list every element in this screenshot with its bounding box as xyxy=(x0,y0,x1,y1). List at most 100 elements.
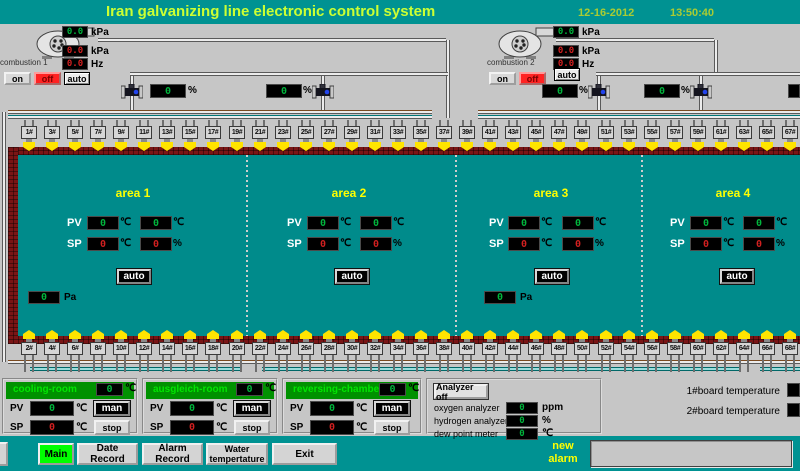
pipe-stub xyxy=(416,355,418,372)
auto-button[interactable]: auto xyxy=(554,68,580,81)
pipe-stub xyxy=(216,355,218,372)
stop-button[interactable]: stop xyxy=(234,420,270,435)
pressure-display: 0.0 xyxy=(553,26,579,38)
pipe-stub xyxy=(170,355,172,372)
pipe-stub xyxy=(162,355,164,372)
burner: 30# xyxy=(344,330,360,372)
burner-neck xyxy=(95,139,101,142)
burner-label: 33# xyxy=(390,126,406,139)
burner-label: 45# xyxy=(528,126,544,139)
exit-button[interactable]: Exit xyxy=(272,443,337,465)
burner-label: 66# xyxy=(759,342,775,355)
burner-label: 22# xyxy=(252,342,268,355)
man-button[interactable]: man xyxy=(94,401,130,416)
on-button[interactable]: on xyxy=(489,72,516,85)
burner: 19# xyxy=(229,120,245,151)
burner: 59# xyxy=(690,120,706,151)
pipe-stub xyxy=(370,355,372,372)
unit-label: ℃ xyxy=(408,383,419,394)
pipe-stub xyxy=(508,355,510,372)
auto-button[interactable]: auto xyxy=(64,72,90,85)
on-button[interactable]: on xyxy=(4,72,31,85)
room-name: ausgleich-room xyxy=(153,384,227,395)
burner-label: 2# xyxy=(21,342,37,355)
flame-icon xyxy=(461,330,473,339)
burner: 51# xyxy=(598,120,614,151)
unit-label: ℃ xyxy=(173,217,184,228)
burner-label: 64# xyxy=(736,342,752,355)
burner: 21# xyxy=(252,120,268,151)
flame-icon xyxy=(254,330,266,339)
man-button[interactable]: man xyxy=(374,401,410,416)
burner-neck xyxy=(764,139,770,142)
burner: 12# xyxy=(136,330,152,372)
pipe-stub xyxy=(624,355,626,372)
flame-icon xyxy=(438,142,450,151)
off-button[interactable]: off xyxy=(34,72,61,85)
flame-icon xyxy=(530,330,542,339)
pipe-stub xyxy=(185,355,187,372)
pipe-stub xyxy=(101,355,103,372)
alarm-record-button[interactable]: Alarm Record xyxy=(142,443,203,465)
stop-button[interactable]: stop xyxy=(94,420,130,435)
pipe-stub xyxy=(255,355,257,372)
water-temperature-button[interactable]: Water tempertature xyxy=(206,443,268,465)
burner: 46# xyxy=(528,330,544,372)
pipe xyxy=(714,40,718,74)
unit-label: % xyxy=(188,85,197,96)
burner-neck xyxy=(556,139,562,142)
pv-display: 0 xyxy=(307,216,339,230)
pipe-stub xyxy=(670,355,672,372)
pipe-stub xyxy=(762,355,764,372)
pipe-stub xyxy=(562,355,564,372)
area-auto-button[interactable]: auto xyxy=(535,269,569,284)
burner: 52# xyxy=(598,330,614,372)
burner-neck xyxy=(464,139,470,142)
flame-icon xyxy=(738,142,750,151)
burner: 17# xyxy=(205,120,221,151)
unit-label: kPa xyxy=(582,27,600,38)
burner-neck xyxy=(672,139,678,142)
burner: 48# xyxy=(551,330,567,372)
time-display: 13:50:40 xyxy=(670,7,714,19)
burner-neck xyxy=(49,139,55,142)
burner: 68# xyxy=(782,330,798,372)
board-temp-display xyxy=(787,383,800,397)
area-auto-button[interactable]: auto xyxy=(720,269,754,284)
partial-button[interactable] xyxy=(0,442,8,466)
unit-label: ℃ xyxy=(265,383,276,394)
analyzer-off-button[interactable]: Analyzer off xyxy=(434,384,488,399)
flame-icon xyxy=(184,330,196,339)
pipe-stub xyxy=(601,355,603,372)
area-auto-button[interactable]: auto xyxy=(335,269,369,284)
flame-icon xyxy=(184,142,196,151)
unit-label: ℃ xyxy=(393,217,404,228)
burner: 43# xyxy=(505,120,521,151)
pipe-stub xyxy=(793,355,795,372)
unit-label: ppm xyxy=(542,402,563,413)
pipe-stub xyxy=(193,355,195,372)
pipe-stub xyxy=(516,355,518,372)
flame-icon xyxy=(300,142,312,151)
burner-neck xyxy=(210,139,216,142)
burner: 13# xyxy=(159,120,175,151)
burner: 26# xyxy=(298,330,314,372)
area-auto-button[interactable]: auto xyxy=(117,269,151,284)
stop-button[interactable]: stop xyxy=(374,420,410,435)
room-header: ausgleich-room0℃ xyxy=(146,382,274,399)
analyzer-panel: Analyzer off oxygen analyzer0ppmhydrogen… xyxy=(426,378,602,434)
unit-label: ℃ xyxy=(541,238,552,249)
burner-neck xyxy=(187,139,193,142)
board-temp-label: 2#board temperature xyxy=(656,406,780,417)
date-record-button[interactable]: Date Record xyxy=(77,443,138,465)
sp-display: 0 xyxy=(87,237,119,251)
burner-label: 16# xyxy=(182,342,198,355)
unit-label: % xyxy=(542,415,551,426)
pipe-stub xyxy=(393,355,395,372)
man-button[interactable]: man xyxy=(234,401,270,416)
sp-display: 0 xyxy=(310,420,354,435)
main-button[interactable]: Main xyxy=(38,443,74,465)
pv-label: PV xyxy=(290,403,303,414)
room-name: reversing-chamber xyxy=(293,384,383,395)
unit-label: Pa xyxy=(64,292,76,303)
